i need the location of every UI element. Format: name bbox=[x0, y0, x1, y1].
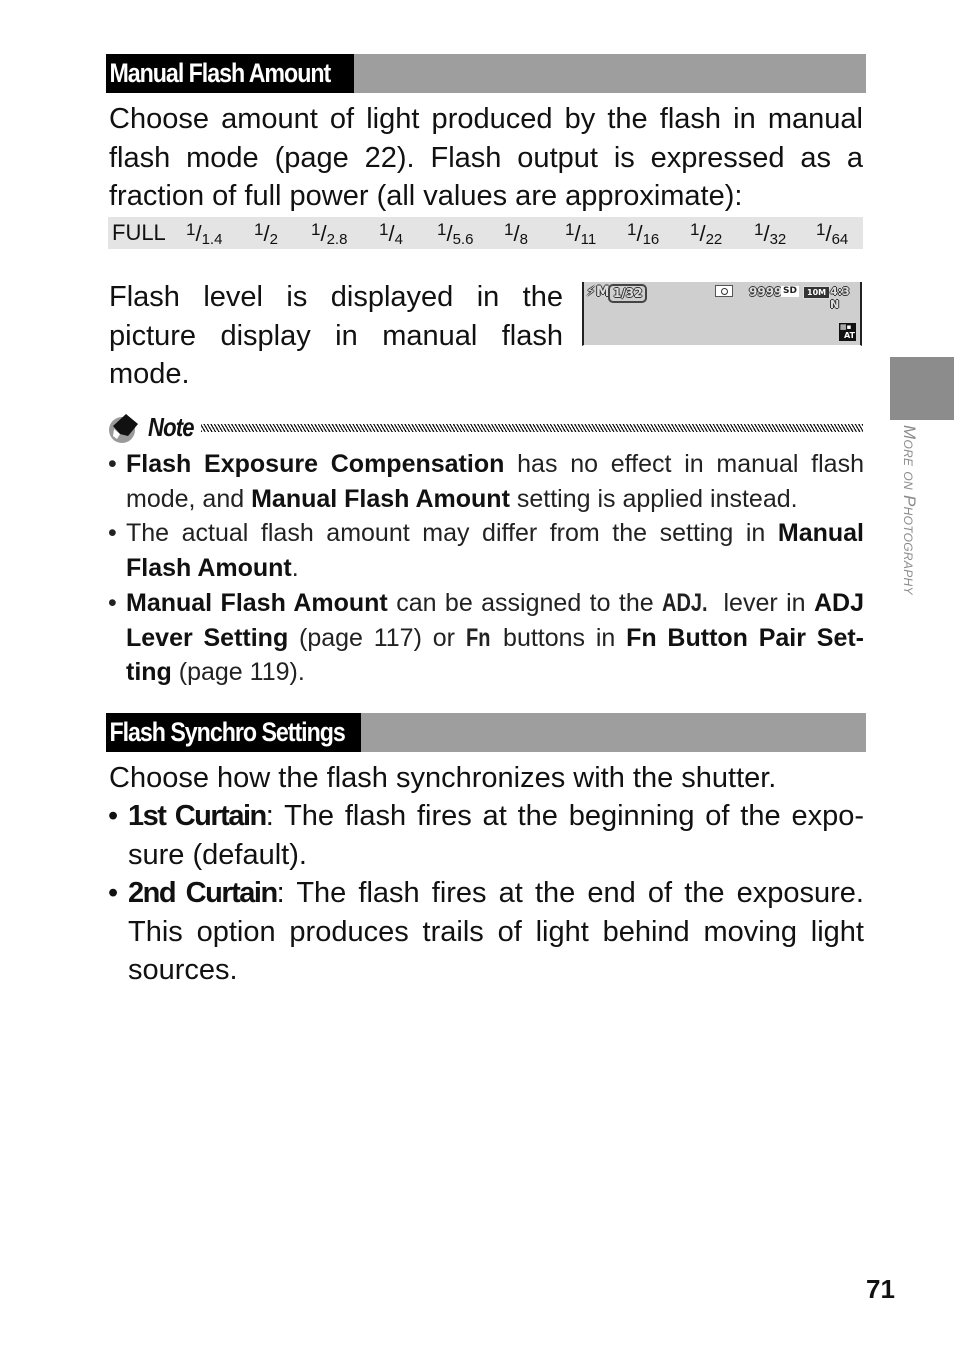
control-name: Fn bbox=[465, 623, 491, 652]
section-title: Flash Synchro Settings bbox=[106, 713, 349, 752]
flash-sync-intro: Choose how the flash synchronizes with t… bbox=[109, 762, 777, 794]
note-item: • Manual Flash Amount can be assigned to … bbox=[108, 586, 864, 690]
section-header-label-box: Flash Synchro Settings bbox=[106, 713, 361, 752]
bold-term: Flash Exposure Compensation bbox=[126, 450, 505, 478]
flash-manual-icon: ⚡M bbox=[586, 284, 610, 300]
flash-power-value: 1/16 bbox=[627, 220, 660, 248]
camera-icon bbox=[715, 285, 733, 297]
bullet: • bbox=[108, 450, 117, 478]
section-header-flash-synchro-settings: Flash Synchro Settings bbox=[106, 713, 866, 752]
note-item: • The actual flash amount may differ from… bbox=[108, 516, 864, 585]
note-item: • Flash Exposure Compensation has no effe… bbox=[108, 447, 864, 516]
bullet: • bbox=[108, 588, 117, 617]
section-header-manual-flash-amount: Manual Flash Amount bbox=[106, 54, 866, 93]
bullet: • bbox=[108, 519, 117, 548]
text: The actual flash amount may differ from … bbox=[126, 519, 778, 548]
section-title: Manual Flash Amount bbox=[106, 54, 334, 93]
flash-power-value: 1/64 bbox=[816, 220, 849, 248]
note-pencil-icon bbox=[109, 414, 138, 443]
flash-power-value: 1/4 bbox=[379, 220, 403, 248]
text: (page 119). bbox=[171, 658, 305, 687]
chapter-tab-marker bbox=[890, 357, 954, 420]
wb-label: AT bbox=[843, 331, 855, 340]
flash-power-value: 1/11 bbox=[565, 220, 597, 248]
flash-power-value: 1/2 bbox=[254, 220, 278, 248]
flash-power-value: 1/8 bbox=[504, 220, 528, 248]
text: can be assigned to the bbox=[387, 588, 663, 617]
flash-power-value: 1/5.6 bbox=[437, 220, 474, 248]
text: setting is applied instead. bbox=[509, 484, 798, 513]
flash-power-value: 1/2.8 bbox=[311, 220, 348, 248]
text: buttons in bbox=[492, 623, 627, 652]
bold-term: Manual Flash Amount bbox=[126, 588, 388, 617]
lcd-picture-display: ⚡M 1/32 9999 SD 10M 4:3 N ▦▪ AT bbox=[582, 282, 862, 346]
page-number: 71 bbox=[866, 1274, 895, 1304]
aspect-quality-readout: 4:3 N bbox=[830, 285, 850, 311]
note-list: • Flash Exposure Compensation has no effe… bbox=[108, 447, 864, 690]
text: lever in bbox=[715, 588, 814, 617]
option-term: 2nd Curtain bbox=[128, 877, 278, 909]
sync-option: • 2nd Curtain: The flash fires at the end… bbox=[108, 874, 864, 990]
note-label: Note bbox=[148, 412, 195, 442]
sync-option: • 1st Curtain: The flash fires at the beg… bbox=[108, 797, 864, 874]
display-explanation: Flash level is displayed in the picture … bbox=[109, 281, 563, 390]
flash-sync-options: • 1st Curtain: The flash fires at the beg… bbox=[108, 797, 864, 990]
wb-grid-glyph: ▦▪ bbox=[840, 323, 852, 331]
chapter-tab-label: More on Photography bbox=[900, 425, 919, 595]
control-name: ADJ. bbox=[662, 588, 708, 617]
flash-level-readout: 1/32 bbox=[608, 284, 648, 303]
auto-white-balance-icon: ▦▪ AT bbox=[839, 323, 856, 341]
image-size-badge: 10M bbox=[803, 286, 831, 299]
text: (page 117) or bbox=[288, 623, 466, 652]
flash-power-value: 1/22 bbox=[690, 220, 723, 248]
flash-power-value: 1/1.4 bbox=[186, 220, 223, 248]
flash-power-value: 1/32 bbox=[754, 220, 787, 248]
option-term: 1st Curtain bbox=[128, 800, 267, 832]
flash-power-values-bar: FULL 1/1.4 1/2 1/2.8 1/4 1/5.6 1/8 1/11 1/16 1/22… bbox=[108, 217, 863, 249]
note-divider bbox=[201, 424, 863, 432]
bullet: • bbox=[108, 800, 119, 832]
bold-term: Manual Flash Amount bbox=[251, 484, 510, 513]
text: . bbox=[291, 554, 299, 583]
manual-flash-intro: Choose amount of light produced by the f… bbox=[109, 103, 863, 212]
note-header: Note bbox=[108, 410, 864, 446]
section-header-label-box: Manual Flash Amount bbox=[106, 54, 354, 93]
sd-card-icon: SD bbox=[781, 286, 799, 297]
bullet: • bbox=[108, 877, 119, 909]
flash-power-value: FULL bbox=[112, 220, 166, 245]
shots-remaining: 9999 bbox=[749, 285, 783, 299]
